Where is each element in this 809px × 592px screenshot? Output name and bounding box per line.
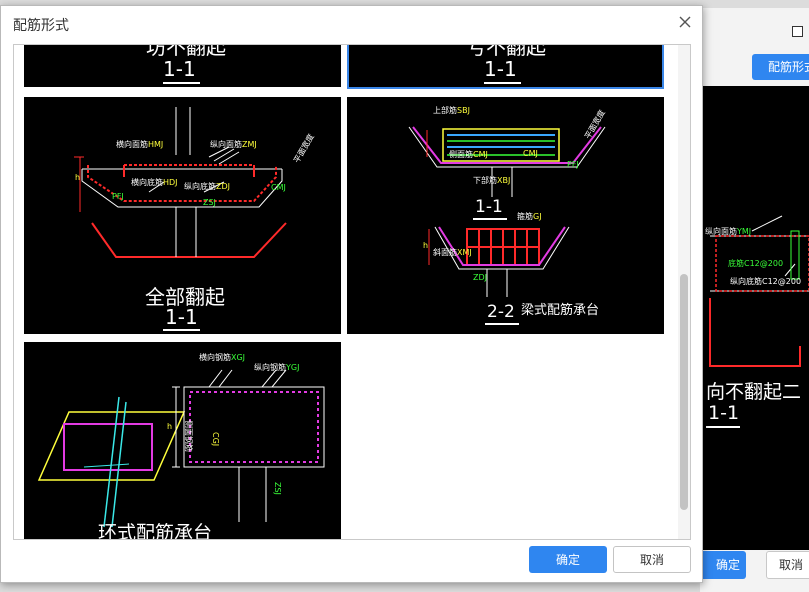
top-code: SBJ	[457, 106, 470, 115]
label-ygj: 纵向钢筋YGJ	[254, 362, 299, 373]
background-cancel-button[interactable]: 取消	[766, 551, 809, 579]
cancel-button[interactable]: 取消	[613, 546, 691, 573]
label-pfj: PFJ	[567, 160, 579, 169]
background-zmj-code: YMJ	[737, 227, 752, 236]
hoop-code: GJ	[533, 212, 542, 221]
label-zmj: 纵向面筋ZMJ	[210, 139, 257, 150]
section-underline	[163, 329, 200, 331]
background-label-zmj: 纵向面筋YMJ	[705, 226, 751, 237]
label-h: h	[75, 173, 81, 182]
xgj-code: XGJ	[231, 353, 246, 362]
thumbnail-all-turned-up-section: 1-1	[165, 305, 198, 329]
label-hmj: 横向面筋HMJ	[116, 139, 163, 150]
label-zdj: ZDJ	[473, 273, 487, 282]
rebar-form-dialog: 配筋形式 坊不翻起 1-1 亏不翻起 1-1 横向面筋HMJ 纵向面筋ZMJ 横…	[0, 5, 703, 583]
background-label-hdj: 底筋C12@200	[728, 259, 784, 268]
thumbnail-beam-section-a: 1-1	[475, 197, 503, 217]
hoop-text: 箍筋	[517, 212, 533, 221]
label-side-code: CGJ	[211, 432, 220, 447]
zmj-code: ZMJ	[242, 140, 257, 149]
hdj-code: HDJ	[163, 178, 178, 187]
label-h: h	[167, 422, 173, 431]
label-cmj: CMJ	[271, 183, 286, 192]
slope-code: XMJ	[457, 248, 472, 257]
label-hoop: 箍筋GJ	[517, 211, 542, 222]
section-underline	[473, 218, 507, 220]
side-code: CMJ	[473, 150, 488, 159]
label-zsj: ZSJ	[273, 482, 282, 495]
background-preview-drawing	[709, 215, 809, 367]
top-text: 上部筋	[433, 106, 457, 115]
thumbnail-beam-style-cap[interactable]: 上部筋SBJ 侧面筋CMJ CMJ PFJ 下部筋XBJ 箍筋GJ 斜面筋XMJ…	[347, 97, 664, 334]
background-window: 配筋形式 纵向面筋YMJ 底筋C12@200 纵向底筋C12@200 向不翻起二…	[690, 8, 809, 592]
zdj-text: 纵向底筋	[184, 182, 216, 191]
ygj-text: 纵向钢筋	[254, 363, 286, 372]
hmj-text: 横向面筋	[116, 140, 148, 149]
thumbnail-ring-style-caption: 环式配筋承台	[98, 522, 213, 540]
label-xgj: 横向钢筋XGJ	[199, 352, 245, 363]
zdj-code: ZDJ	[216, 182, 230, 191]
ygj-code: YGJ	[286, 363, 300, 372]
label-zsj: ZSJ	[203, 198, 216, 207]
background-rebar-form-button[interactable]: 配筋形式	[752, 54, 809, 80]
section-underline	[484, 82, 521, 84]
label-side: 侧面筋CMJ	[449, 149, 488, 160]
background-preview: 纵向面筋YMJ 底筋C12@200 纵向底筋C12@200 向不翻起二 1-1	[700, 86, 809, 550]
zmj-text: 纵向面筋	[210, 140, 242, 149]
list-scrollbar-thumb[interactable]	[680, 274, 688, 510]
thumbnail-top-right[interactable]: 亏不翻起 1-1	[347, 45, 664, 89]
label-hdj: 横向底筋HDJ	[131, 177, 178, 188]
bottom-code: XBJ	[497, 176, 511, 185]
background-section: 1-1	[708, 402, 740, 424]
label-side: 侧面钢筋	[184, 420, 193, 452]
label-slope: 斜面筋XMJ	[433, 247, 472, 258]
label-bottom: 下部筋XBJ	[473, 175, 510, 186]
dialog-title: 配筋形式	[13, 17, 69, 33]
beam-style-cap-drawing	[408, 126, 606, 297]
thumbnail-beam-section-b: 2-2	[487, 302, 515, 322]
thumbnail-top-left-section: 1-1	[163, 57, 196, 81]
label-zdj: 纵向底筋ZDJ	[184, 181, 230, 192]
label-side2: CMJ	[523, 149, 538, 158]
thumbnail-top-right-section: 1-1	[484, 57, 517, 81]
thumbnail-all-turned-up[interactable]: 横向面筋HMJ 纵向面筋ZMJ 横向底筋HDJ 纵向底筋ZDJ CMJ PFJ …	[24, 97, 341, 334]
label-top: 上部筋SBJ	[433, 105, 470, 116]
xgj-text: 横向钢筋	[199, 353, 231, 362]
background-label-zdj: 纵向底筋C12@200	[730, 277, 802, 286]
section-underline	[485, 323, 519, 325]
thumbnail-beam-style-caption: 梁式配筋承台	[521, 303, 600, 318]
thumbnail-top-left[interactable]: 坊不翻起 1-1	[24, 45, 341, 87]
background-checkbox[interactable]	[792, 26, 803, 37]
hdj-text: 横向底筋	[131, 178, 163, 187]
ok-button[interactable]: 确定	[529, 546, 607, 573]
background-zmj-text: 纵向面筋	[705, 227, 737, 236]
thumbnail-ring-style-cap[interactable]: 横向钢筋XGJ 纵向钢筋YGJ 侧面钢筋 CGJ ZSJ h 环式配筋承台	[24, 342, 341, 540]
label-pfj: PFJ	[112, 192, 124, 201]
slope-text: 斜面筋	[433, 248, 457, 257]
bottom-text: 下部筋	[473, 176, 497, 185]
background-section-underline	[706, 426, 740, 428]
section-underline	[163, 82, 200, 84]
background-caption: 向不翻起二	[706, 381, 802, 403]
rebar-form-list[interactable]: 坊不翻起 1-1 亏不翻起 1-1 横向面筋HMJ 纵向面筋ZMJ 横向底筋HD…	[13, 44, 691, 540]
side-text: 侧面筋	[449, 150, 473, 159]
close-icon[interactable]	[677, 14, 693, 30]
label-h: h	[423, 241, 429, 250]
hmj-code: HMJ	[148, 140, 164, 149]
